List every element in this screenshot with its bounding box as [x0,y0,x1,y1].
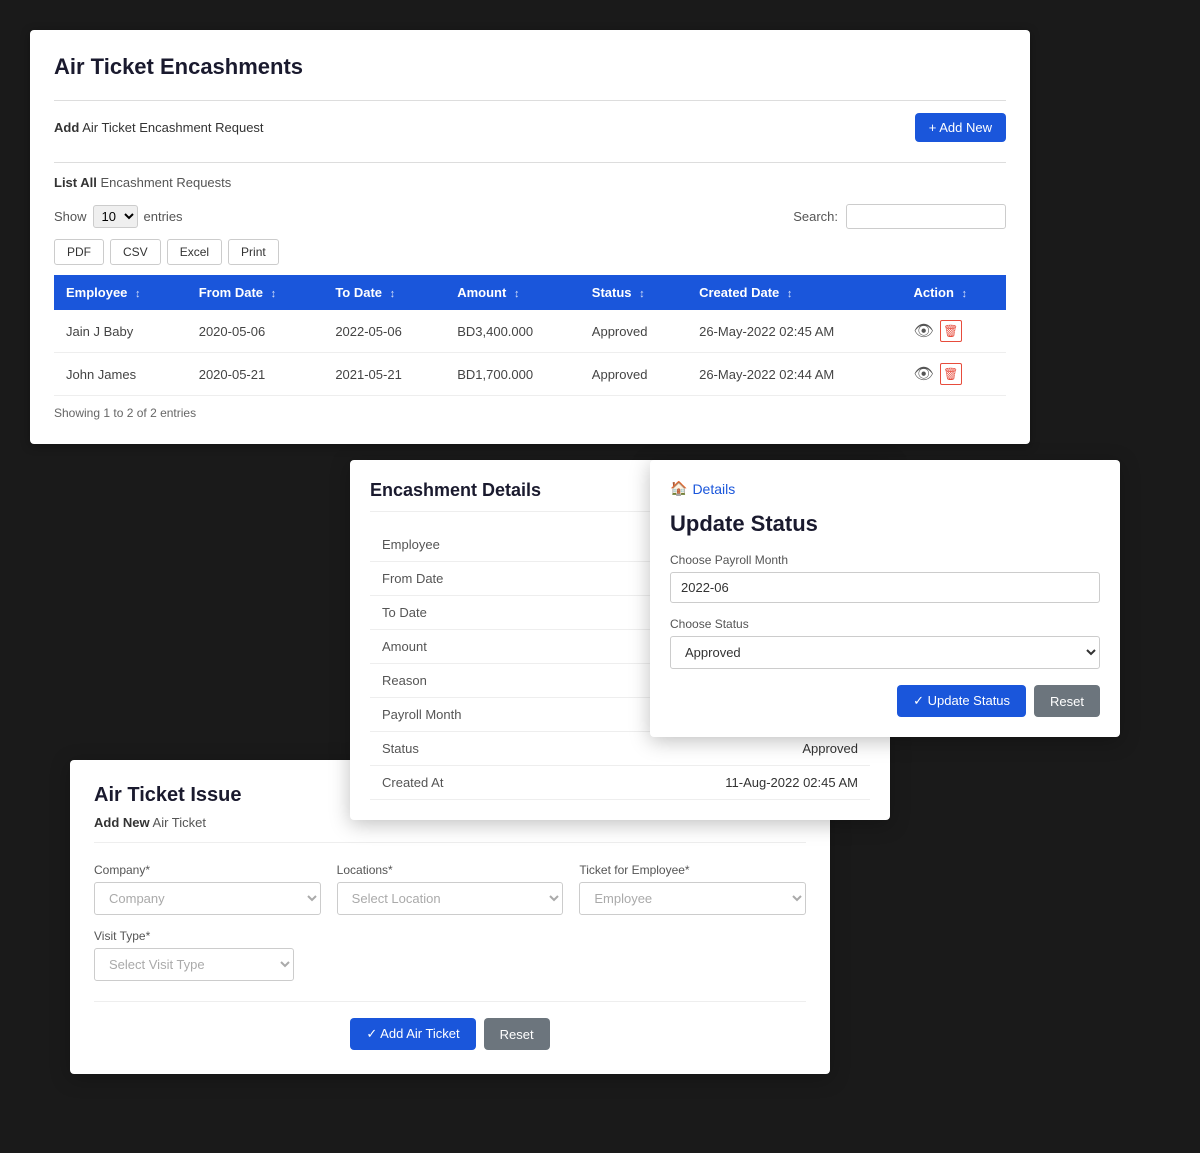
table-footer: Showing 1 to 2 of 2 entries [54,406,1006,420]
locations-field: Locations* Select Location [337,863,564,915]
detail-label: Reason [370,664,570,698]
cell-from-date: 2020-05-06 [187,310,324,353]
search-input[interactable] [846,204,1006,229]
payroll-month-label: Choose Payroll Month [670,553,1100,567]
home-icon: 🏠 [670,480,687,497]
main-encashments-card: Air Ticket Encashments Add Air Ticket En… [30,30,1030,444]
view-icon[interactable]: 👁 [913,364,933,384]
employee-select[interactable]: Employee [579,882,806,915]
cell-created-date: 26-May-2022 02:45 AM [687,310,901,353]
visit-type-select[interactable]: Select Visit Type [94,948,294,981]
encashments-table: Employee ↕ From Date ↕ To Date ↕ Amount … [54,275,1006,396]
employee-field: Ticket for Employee* Employee [579,863,806,915]
cell-to-date: 2021-05-21 [323,353,445,396]
detail-label: Status [370,732,570,766]
cell-to-date: 2022-05-06 [323,310,445,353]
page-title: Air Ticket Encashments [54,54,1006,80]
table-row: Jain J Baby 2020-05-06 2022-05-06 BD3,40… [54,310,1006,353]
detail-label: Payroll Month [370,698,570,732]
search-box: Search: [793,204,1006,229]
col-status[interactable]: Status ↕ [580,275,687,310]
choose-status-label: Choose Status [670,617,1100,631]
payroll-month-input[interactable] [670,572,1100,603]
detail-label: Created At [370,766,570,800]
locations-label: Locations* [337,863,564,877]
entries-select[interactable]: 10 25 50 [93,205,138,228]
cell-employee: John James [54,353,187,396]
col-to-date[interactable]: To Date ↕ [323,275,445,310]
ticket-btn-row: ✓ Add Air Ticket Reset [94,1001,806,1050]
company-select[interactable]: Company [94,882,321,915]
col-created-date[interactable]: Created Date ↕ [687,275,901,310]
reset-ticket-button[interactable]: Reset [484,1018,550,1050]
company-field: Company* Company [94,863,321,915]
col-employee[interactable]: Employee ↕ [54,275,187,310]
pdf-button[interactable]: PDF [54,239,104,265]
detail-label: To Date [370,596,570,630]
visit-type-label: Visit Type* [94,929,294,943]
ticket-form-row-2: Visit Type* Select Visit Type [94,929,806,981]
export-buttons: PDF CSV Excel Print [54,239,1006,265]
payroll-month-group: Choose Payroll Month [670,553,1100,603]
ticket-form-row-1: Company* Company Locations* Select Locat… [94,863,806,915]
cell-amount: BD3,400.000 [445,310,580,353]
col-from-date[interactable]: From Date ↕ [187,275,324,310]
detail-label: Amount [370,630,570,664]
col-action[interactable]: Action ↕ [901,275,1006,310]
cell-action: 👁 🗑 [901,353,1006,396]
company-label: Company* [94,863,321,877]
detail-label: Employee [370,528,570,562]
status-select[interactable]: Approved Pending Rejected [670,636,1100,669]
cell-employee: Jain J Baby [54,310,187,353]
print-button[interactable]: Print [228,239,279,265]
cell-action: 👁 🗑 [901,310,1006,353]
col-amount[interactable]: Amount ↕ [445,275,580,310]
cell-status: Approved [580,310,687,353]
cell-status: Approved [580,353,687,396]
table-row: John James 2020-05-21 2021-05-21 BD1,700… [54,353,1006,396]
csv-button[interactable]: CSV [110,239,161,265]
list-section: List All Encashment Requests Show 10 25 … [54,162,1006,420]
add-air-ticket-button[interactable]: ✓ Add Air Ticket [350,1018,475,1050]
cell-amount: BD1,700.000 [445,353,580,396]
details-row: Created At 11-Aug-2022 02:45 AM [370,766,870,800]
show-entries: Show 10 25 50 entries [54,205,183,228]
cell-from-date: 2020-05-21 [187,353,324,396]
update-status-panel: 🏠 Details Update Status Choose Payroll M… [650,460,1120,737]
delete-icon[interactable]: 🗑 [940,363,962,385]
breadcrumb[interactable]: 🏠 Details [670,480,1100,497]
update-status-title: Update Status [670,511,1100,537]
view-icon[interactable]: 👁 [913,321,933,341]
reset-status-button[interactable]: Reset [1034,685,1100,717]
employee-label: Ticket for Employee* [579,863,806,877]
choose-status-group: Choose Status Approved Pending Rejected [670,617,1100,669]
table-controls: Show 10 25 50 entries Search: [54,204,1006,229]
add-bar-text: Add Air Ticket Encashment Request [54,120,264,135]
excel-button[interactable]: Excel [167,239,222,265]
locations-select[interactable]: Select Location [337,882,564,915]
update-btn-row: ✓ Update Status Reset [670,685,1100,717]
detail-value: 11-Aug-2022 02:45 AM [570,766,870,800]
visit-type-field: Visit Type* Select Visit Type [94,929,294,981]
detail-label: From Date [370,562,570,596]
update-status-button[interactable]: ✓ Update Status [897,685,1026,717]
list-title: List All Encashment Requests [54,175,1006,190]
add-new-button[interactable]: + Add New [915,113,1006,142]
add-section-bar: Add Air Ticket Encashment Request + Add … [54,100,1006,154]
delete-icon[interactable]: 🗑 [940,320,962,342]
cell-created-date: 26-May-2022 02:44 AM [687,353,901,396]
